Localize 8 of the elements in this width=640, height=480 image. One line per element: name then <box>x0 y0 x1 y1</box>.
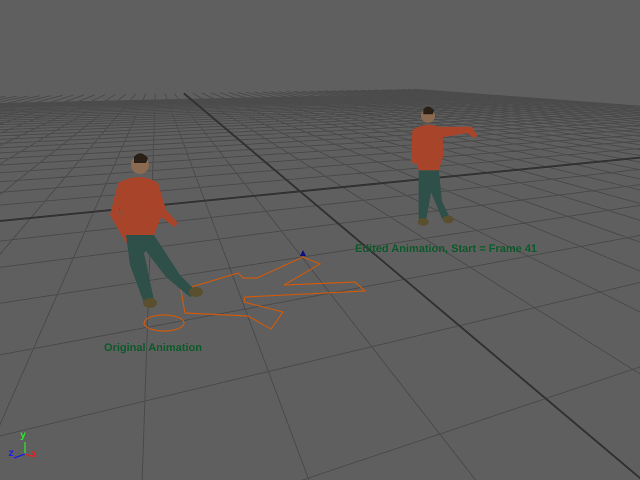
object-label: Original Animation <box>104 342 202 354</box>
axis-label: x <box>31 449 38 460</box>
locator-icon <box>300 250 306 256</box>
3d-viewport[interactable]: Original Animation Edited Animation, Start = Frame 41 y z x <box>0 0 640 480</box>
axis-label: z <box>8 448 14 459</box>
axis-label: y <box>20 430 26 441</box>
axis-gizmo-icon <box>14 442 32 459</box>
object-label: Edited Animation, Start = Frame 41 <box>355 243 538 255</box>
